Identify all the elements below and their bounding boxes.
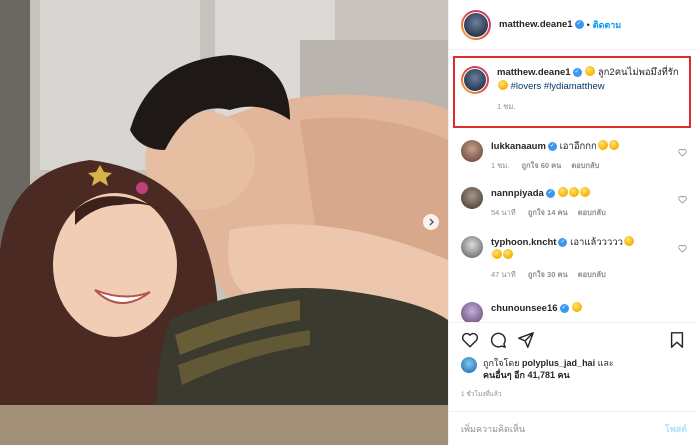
caption-avatar[interactable] bbox=[461, 66, 489, 94]
tongue-emoji-icon bbox=[608, 140, 619, 150]
follow-button[interactable]: ติดตาม bbox=[593, 18, 622, 32]
commenter-avatar[interactable] bbox=[461, 187, 483, 209]
likes-count[interactable]: 41,781 bbox=[527, 370, 555, 380]
reply-button[interactable]: ตอบกลับ bbox=[578, 270, 606, 279]
comment-age: 47 นาที bbox=[491, 270, 516, 279]
heart-icon[interactable] bbox=[678, 195, 687, 204]
post-side-panel: matthew.deane1 ✓ • ติดตาม matthew.deane1… bbox=[448, 0, 696, 445]
caption-highlight-box: matthew.deane1 ✓ ลูก2คนไม่พอมึงที่รัก #lo… bbox=[453, 56, 691, 128]
comment-likes[interactable]: ถูกใจ 14 คน bbox=[528, 208, 568, 217]
reply-button[interactable]: ตอบกลับ bbox=[571, 161, 599, 170]
comment-username[interactable]: lukkanaaum bbox=[491, 141, 546, 152]
comment-username[interactable]: nannpiyada bbox=[491, 188, 544, 199]
caption-age: 1 ชม. bbox=[497, 102, 516, 111]
caption-hashtags[interactable]: #lovers #lydiamatthew bbox=[511, 81, 605, 92]
author-info: matthew.deane1 ✓ • ติดตาม bbox=[499, 18, 621, 32]
grinning-sweat-emoji-icon bbox=[624, 236, 634, 246]
hugging-face-emoji-icon bbox=[585, 66, 596, 76]
comment-username[interactable]: typhoon.kncht bbox=[491, 237, 556, 248]
grinning-sweat-emoji-icon bbox=[503, 249, 513, 259]
grinning-face-emoji-icon bbox=[498, 80, 508, 90]
comment-item: chunounsee16 ✓ bbox=[461, 302, 687, 322]
caption-text-block: matthew.deane1 ✓ ลูก2คนไม่พอมึงที่รัก #lo… bbox=[497, 66, 681, 126]
heart-icon[interactable] bbox=[678, 148, 687, 157]
photo-illustration bbox=[0, 0, 448, 445]
chevron-right-icon bbox=[429, 218, 434, 226]
post-photo bbox=[0, 0, 448, 445]
laughing-emoji-icon bbox=[580, 187, 591, 197]
liked-by-and: และ bbox=[597, 358, 614, 368]
comment-username[interactable]: chunounsee16 bbox=[491, 303, 558, 314]
heart-icon[interactable] bbox=[461, 331, 479, 349]
caption-text: ลูก2คนไม่พอมึงที่รัก bbox=[597, 67, 679, 78]
comment-icon[interactable] bbox=[489, 331, 507, 349]
reply-button[interactable]: ตอบกลับ bbox=[578, 208, 606, 217]
comment-item: typhoon.kncht ✓ เอาแล้ววววว 47 นาที ถูกใจ… bbox=[461, 236, 687, 281]
separator-dot: • bbox=[586, 19, 590, 30]
bookmark-icon[interactable] bbox=[669, 331, 685, 349]
verified-badge-icon: ✓ bbox=[558, 237, 568, 247]
comment-item: nannpiyada ✓ 54 นาที ถูกใจ 14 คน ตอบกลับ bbox=[461, 187, 687, 219]
commenter-avatar[interactable] bbox=[461, 236, 483, 258]
liked-by-prefix: ถูกใจโดย bbox=[483, 358, 520, 368]
liked-by-user[interactable]: polyplus_jad_hai bbox=[522, 358, 595, 368]
commenter-avatar[interactable] bbox=[461, 302, 483, 322]
comments-list[interactable]: lukkanaaum ✓ เอาอีกกก 1 ชม. ถูกใจ 60 คน ต… bbox=[449, 132, 696, 322]
laughing-emoji-icon bbox=[569, 187, 580, 197]
share-icon[interactable] bbox=[517, 331, 535, 349]
verified-badge-icon: ✓ bbox=[574, 20, 584, 29]
grinning-sweat-emoji-icon bbox=[492, 249, 502, 259]
add-comment-bar: เพิ่มความคิดเห็น โพสต์ bbox=[449, 411, 696, 445]
author-avatar[interactable] bbox=[461, 9, 491, 40]
comment-item: lukkanaaum ✓ เอาอีกกก 1 ชม. ถูกใจ 60 คน ต… bbox=[461, 140, 687, 172]
post-actions: ถูกใจโดย polyplus_jad_hai และ คนอื่นๆ อี… bbox=[449, 322, 696, 445]
comment-text: เอาแล้ววววว bbox=[570, 237, 623, 248]
commenter-avatar[interactable] bbox=[461, 140, 483, 162]
laughing-emoji-icon bbox=[558, 187, 569, 197]
verified-badge-icon: ✓ bbox=[545, 188, 555, 198]
carousel-next-button[interactable] bbox=[423, 214, 439, 230]
verified-badge-icon: ✓ bbox=[547, 141, 557, 151]
comment-age: 1 ชม. bbox=[491, 161, 510, 170]
comment-age: 54 นาที bbox=[491, 208, 516, 217]
verified-badge-icon: ✓ bbox=[559, 303, 569, 313]
comment-likes[interactable]: ถูกใจ 60 คน bbox=[521, 161, 561, 170]
tongue-emoji-icon bbox=[597, 140, 608, 150]
liked-by-others-suffix[interactable]: คน bbox=[557, 370, 569, 380]
author-username[interactable]: matthew.deane1 bbox=[499, 19, 573, 30]
heart-icon[interactable] bbox=[678, 244, 687, 253]
comment-input[interactable]: เพิ่มความคิดเห็น bbox=[461, 422, 525, 436]
verified-badge-icon: ✓ bbox=[572, 67, 582, 77]
post-comment-button[interactable]: โพสต์ bbox=[665, 422, 687, 436]
comment-text: เอาอีกกก bbox=[559, 141, 597, 152]
liker-avatar[interactable] bbox=[461, 357, 477, 373]
comment-likes[interactable]: ถูกใจ 30 คน bbox=[528, 270, 568, 279]
caption-username[interactable]: matthew.deane1 bbox=[497, 67, 571, 78]
liked-by: ถูกใจโดย polyplus_jad_hai และ คนอื่นๆ อี… bbox=[461, 357, 687, 381]
liked-by-others-prefix[interactable]: คนอื่นๆ อีก bbox=[483, 370, 525, 380]
action-icons bbox=[461, 331, 687, 351]
post-header: matthew.deane1 ✓ • ติดตาม bbox=[449, 0, 696, 50]
grinning-sweat-emoji-icon bbox=[572, 302, 583, 312]
post-timestamp[interactable]: 1 ชั่วโมงที่แล้ว bbox=[461, 389, 502, 399]
